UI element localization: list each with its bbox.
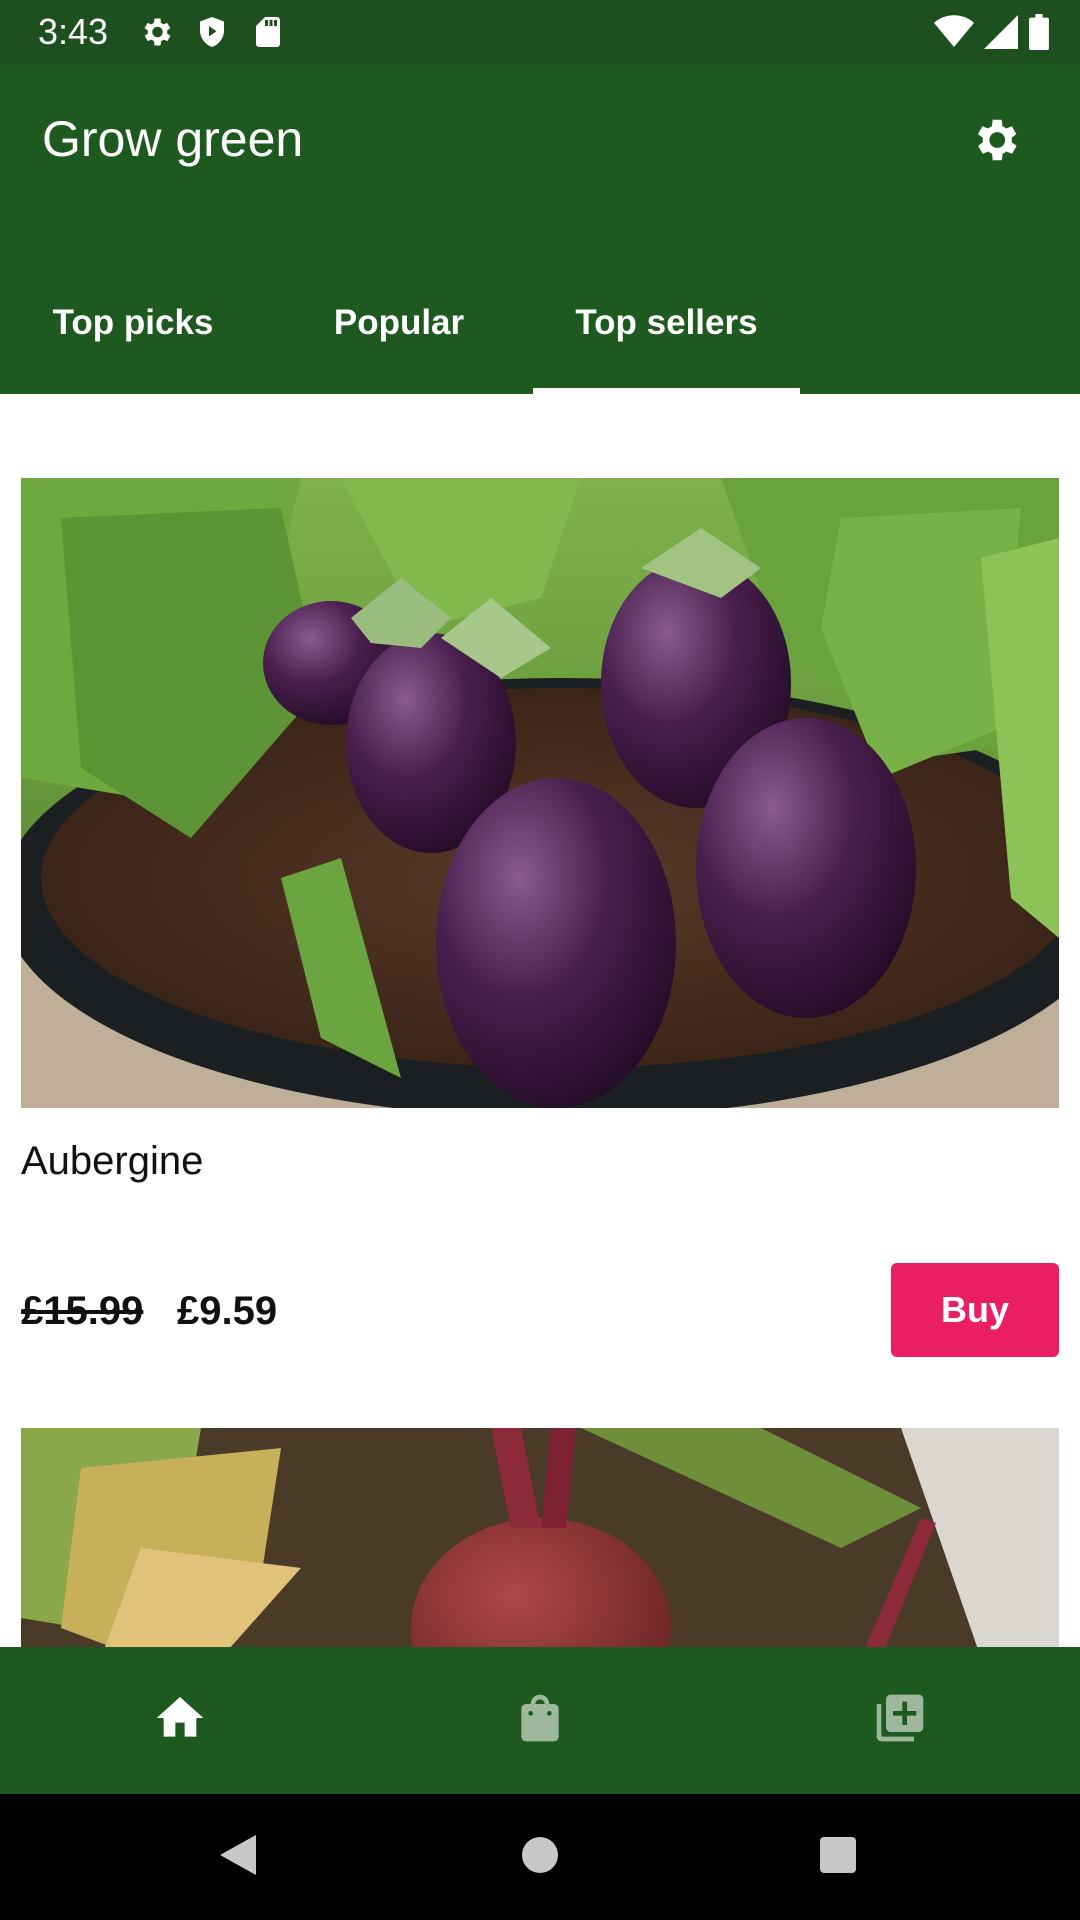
tab-label: Top sellers [575,303,758,342]
tab-label: Top picks [52,303,214,342]
signal-icon [984,14,1018,50]
system-navigation-bar [0,1794,1080,1920]
bottom-navigation [0,1647,1080,1794]
recents-icon [818,1835,858,1880]
app-bar: Grow green Top picks Popular Top sellers [0,63,1080,394]
old-price: £15.99 [21,1289,144,1333]
beetroot-image [21,1428,1059,1647]
status-bar: 3:43 [0,0,1080,63]
recents-button[interactable] [778,1794,898,1920]
aubergine-image [21,478,1059,1108]
tab-top-sellers[interactable]: Top sellers [533,263,800,394]
status-time: 3:43 [38,11,109,52]
wifi-icon [934,14,974,50]
buy-button[interactable]: Buy [891,1263,1059,1357]
nav-library[interactable] [720,1647,1080,1794]
sale-price: £9.59 [177,1289,278,1333]
nav-shop[interactable] [360,1647,720,1794]
product-name: Aubergine [21,1139,204,1183]
library-add-icon [872,1690,928,1751]
battery-icon [1028,14,1050,50]
nav-home[interactable] [0,1647,360,1794]
product-list[interactable]: Aubergine £15.99 £9.59 Buy [0,394,1080,1647]
status-icons-right [934,14,1050,50]
app-title: Grow green [42,111,304,167]
settings-button[interactable] [960,107,1030,177]
settings-icon [138,14,174,50]
home-button[interactable] [480,1794,600,1920]
sd-card-icon [250,14,286,50]
tab-popular[interactable]: Popular [266,263,532,394]
tab-bar: Top picks Popular Top sellers [0,263,1080,394]
back-icon [216,1831,260,1884]
home-circle-icon [520,1835,560,1880]
back-button[interactable] [178,1794,298,1920]
shopping-bag-icon [512,1690,568,1751]
status-icons-left [138,14,286,50]
gear-icon [968,113,1022,172]
tab-top-picks[interactable]: Top picks [0,263,266,394]
play-protect-icon [194,14,230,50]
tab-label: Popular [333,303,465,342]
home-icon [152,1690,208,1751]
